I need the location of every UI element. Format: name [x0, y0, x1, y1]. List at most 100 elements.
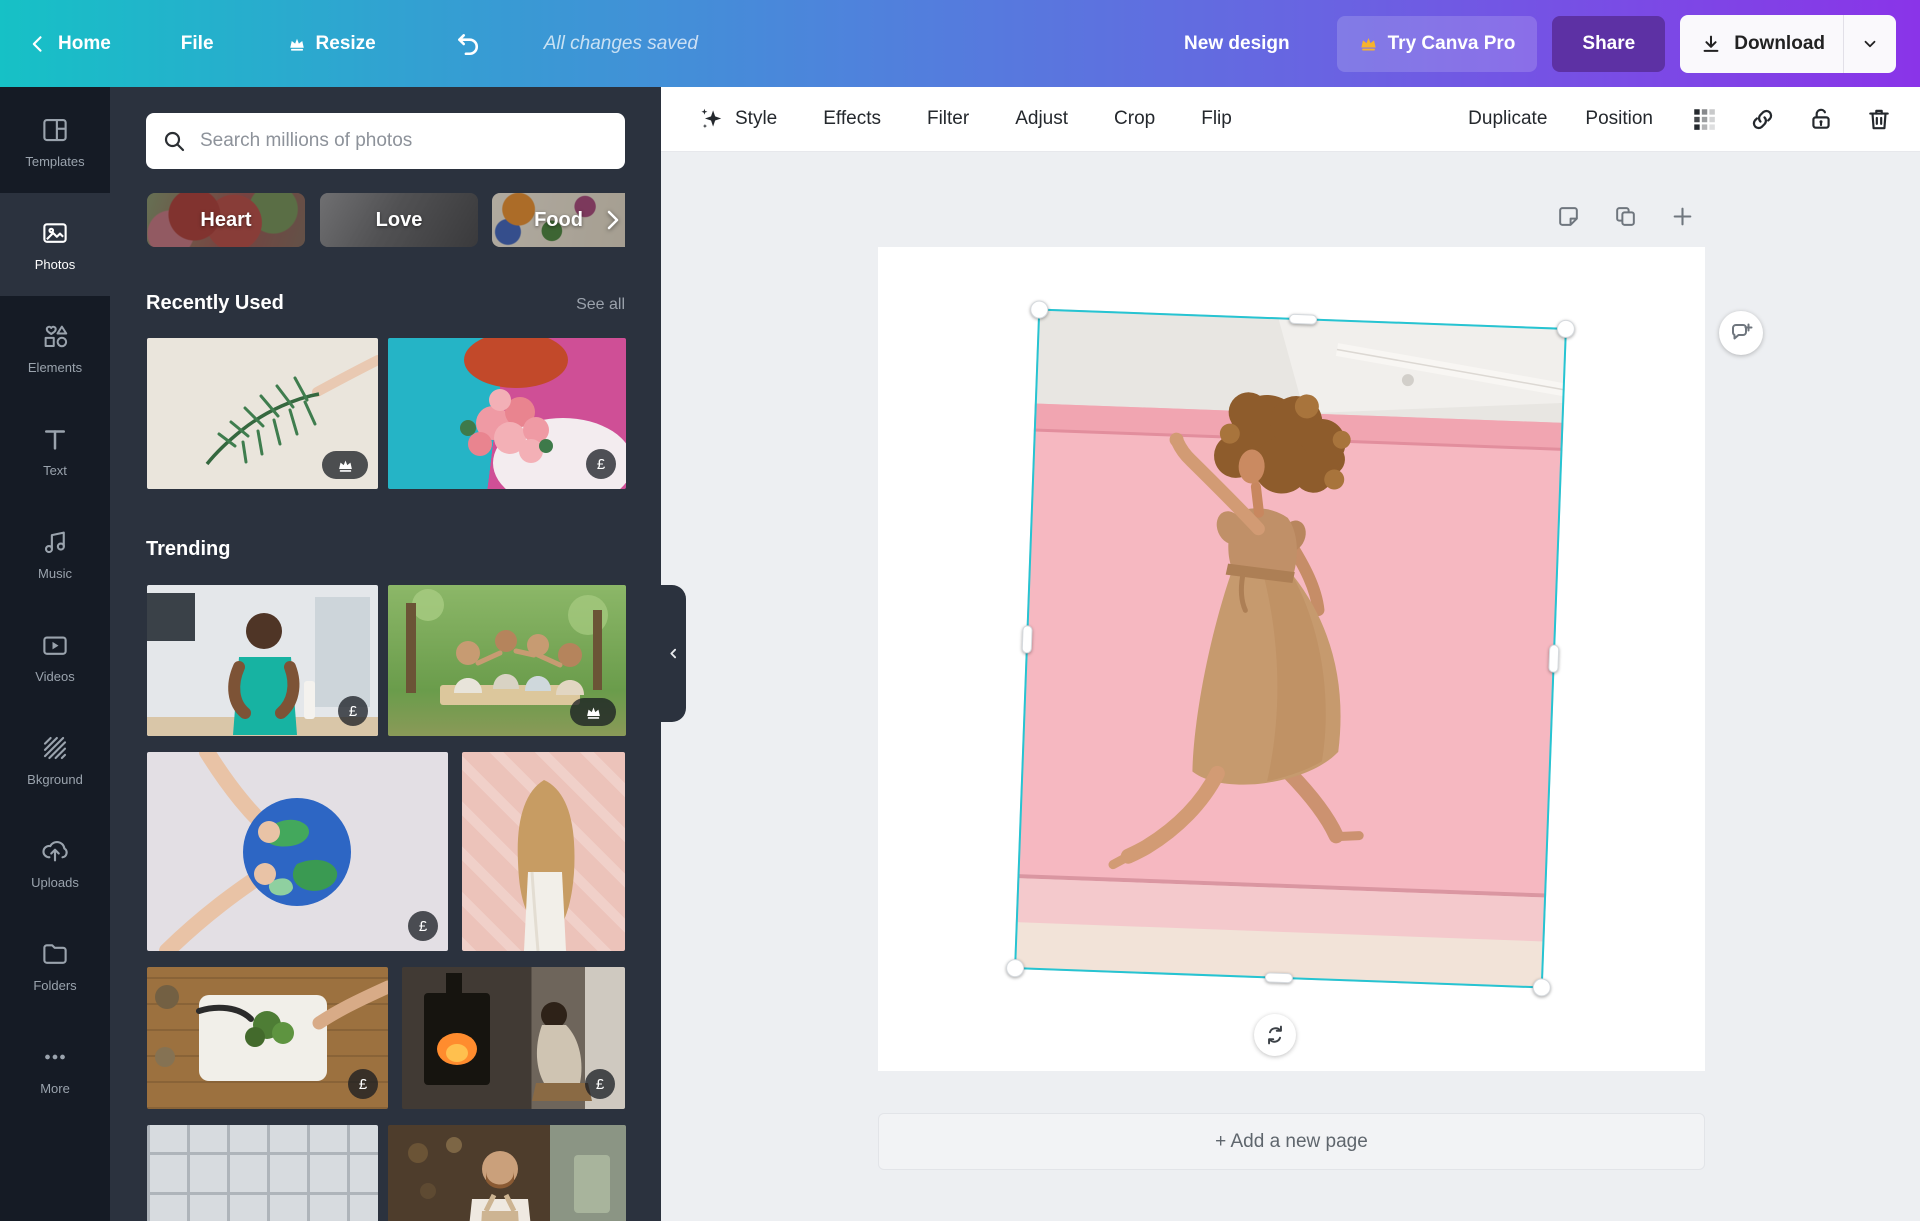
duplicate-page-icon[interactable] [1613, 204, 1638, 229]
more-icon [40, 1042, 70, 1072]
see-all-link[interactable]: See all [576, 296, 625, 314]
chevron-left-icon [667, 647, 680, 660]
chip-heart[interactable]: Heart [147, 193, 305, 247]
transparency-icon[interactable] [1691, 106, 1717, 132]
chevron-down-icon [1861, 35, 1879, 53]
trash-icon[interactable] [1866, 106, 1892, 132]
search-input[interactable] [198, 129, 609, 153]
sidebar-item-uploads[interactable]: Uploads [0, 811, 110, 914]
canvas-page[interactable] [878, 247, 1705, 1071]
add-comment-button[interactable] [1719, 311, 1763, 355]
download-label: Download [1734, 32, 1825, 54]
tool-flip[interactable]: Flip [1201, 108, 1232, 130]
undo-button[interactable] [454, 31, 480, 57]
sidebar-item-folders[interactable]: Folders [0, 914, 110, 1017]
photo-thumb-smiling-chef[interactable] [388, 1125, 626, 1221]
comment-plus-icon [1729, 321, 1753, 345]
sidebar-item-elements[interactable]: Elements [0, 296, 110, 399]
recently-used-header: Recently Used See all [146, 292, 625, 315]
undo-icon [454, 31, 480, 57]
back-chevron-icon [28, 34, 48, 54]
sidebar-item-templates[interactable]: Templates [0, 90, 110, 193]
sparkle-icon [699, 106, 725, 132]
tool-crop[interactable]: Crop [1114, 108, 1155, 130]
chip-label: Food [534, 208, 583, 231]
resize-handle-left[interactable] [1021, 624, 1033, 654]
page-actions [1556, 204, 1695, 229]
tool-position[interactable]: Position [1585, 108, 1653, 130]
tool-style[interactable]: Style [699, 106, 777, 132]
save-status: All changes saved [543, 32, 698, 54]
section-title: Recently Used [146, 292, 284, 314]
photo-thumb-man-cooking[interactable]: £ [147, 585, 378, 736]
file-label: File [180, 32, 214, 54]
tool-adjust[interactable]: Adjust [1015, 108, 1068, 130]
download-button[interactable]: Download [1680, 14, 1896, 73]
new-design-button[interactable]: New design [1184, 33, 1290, 55]
section-title: Trending [146, 538, 231, 560]
background-icon [40, 733, 70, 763]
notes-icon[interactable] [1556, 204, 1581, 229]
chip-love[interactable]: Love [320, 193, 478, 247]
sidebar-item-photos[interactable]: Photos [0, 193, 110, 296]
resize-handle-bottom-left[interactable] [1005, 958, 1025, 978]
crown-icon [1359, 34, 1378, 53]
tool-duplicate[interactable]: Duplicate [1468, 108, 1547, 130]
sidebar-item-music[interactable]: Music [0, 502, 110, 605]
photo-thumb-hands-holding-globe[interactable]: £ [147, 752, 448, 951]
crown-icon [585, 704, 602, 721]
resize-handle-top-right[interactable] [1556, 319, 1576, 339]
text-icon [40, 424, 70, 454]
add-new-page-button[interactable]: + Add a new page [878, 1113, 1705, 1170]
try-canva-pro-button[interactable]: Try Canva Pro [1336, 15, 1538, 72]
paid-badge: £ [338, 696, 368, 726]
chip-label: Love [375, 208, 423, 231]
photo-thumb-palm-leaf-hand[interactable] [147, 338, 378, 489]
photo-thumb-compost-sink[interactable]: £ [147, 967, 388, 1109]
download-icon [1700, 33, 1722, 55]
top-bar: Home File Resize All changes saved New d… [0, 0, 1920, 87]
home-button[interactable]: Home [28, 33, 111, 55]
tool-filter[interactable]: Filter [927, 108, 969, 130]
photo-thumb-friends-picnic[interactable] [388, 585, 626, 736]
add-page-icon[interactable] [1670, 204, 1695, 229]
sidebar-item-background[interactable]: Bkground [0, 708, 110, 811]
try-pro-label: Try Canva Pro [1387, 32, 1516, 54]
selected-photo[interactable] [1014, 308, 1567, 989]
download-options-button[interactable] [1843, 14, 1896, 73]
file-menu[interactable]: File [181, 33, 214, 55]
sidebar-item-more[interactable]: More [0, 1017, 110, 1120]
resize-handle-top[interactable] [1288, 313, 1317, 325]
photo-thumb-girl-pink-wall[interactable] [462, 752, 625, 951]
photo-thumb-person-glass-wall[interactable] [147, 1125, 378, 1221]
uploads-icon [40, 836, 70, 866]
music-icon [40, 527, 70, 557]
sidebar-item-text[interactable]: Text [0, 399, 110, 502]
rotate-icon [1264, 1024, 1286, 1046]
trending-header: Trending [146, 538, 625, 561]
paid-badge: £ [586, 449, 616, 479]
resize-menu[interactable]: Resize [288, 33, 376, 55]
photo-thumb-woman-fireplace[interactable]: £ [402, 967, 625, 1109]
chips-next-button[interactable] [598, 206, 626, 234]
link-icon[interactable] [1749, 106, 1776, 133]
photo-thumb-woman-with-roses[interactable]: £ [388, 338, 626, 489]
panel-collapse-button[interactable] [661, 585, 686, 722]
tool-effects[interactable]: Effects [823, 108, 881, 130]
sidebar-item-videos[interactable]: Videos [0, 605, 110, 708]
resize-handle-bottom[interactable] [1264, 972, 1293, 984]
image-toolbar: Style Effects Filter Adjust Crop Flip Du… [661, 87, 1920, 152]
share-button[interactable]: Share [1552, 15, 1666, 72]
resize-label: Resize [315, 32, 376, 54]
folders-icon [40, 939, 70, 969]
lock-icon[interactable] [1808, 106, 1834, 132]
photos-panel: Heart Love Food Recently Used See all [110, 87, 661, 1221]
rotate-button[interactable] [1254, 1014, 1296, 1056]
photo-search-box[interactable] [146, 113, 625, 169]
resize-handle-bottom-right[interactable] [1532, 978, 1552, 997]
resize-handle-right[interactable] [1548, 643, 1560, 673]
new-design-label: New design [1184, 32, 1290, 54]
photos-icon [40, 218, 70, 248]
search-icon [162, 129, 186, 153]
paid-badge: £ [585, 1069, 615, 1099]
